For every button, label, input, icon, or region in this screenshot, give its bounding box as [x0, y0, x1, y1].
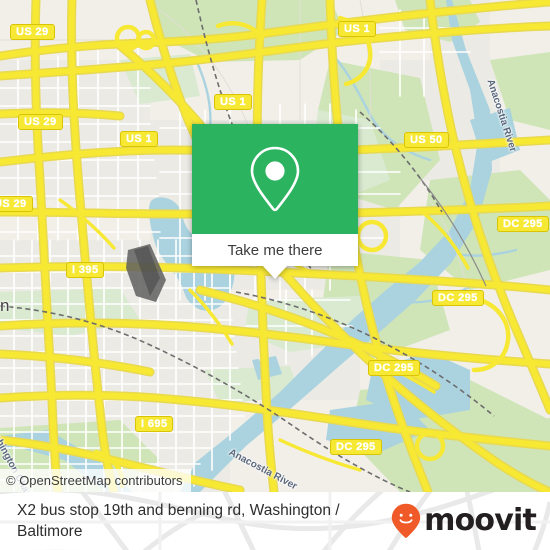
highway-shield: DC 295 [432, 290, 484, 306]
attribution-text: © OpenStreetMap contributors [6, 473, 183, 488]
map-attribution[interactable]: © OpenStreetMap contributors [0, 469, 191, 492]
highway-shield: US 1 [338, 21, 377, 37]
moovit-smiley-pin-icon [391, 503, 421, 538]
map-pin-icon [250, 146, 300, 212]
highway-shield: US 1 [214, 94, 253, 110]
highway-shield: US 50 [404, 132, 449, 148]
highway-shield: US 29 [10, 24, 55, 40]
footer-content: X2 bus stop 19th and benning rd, Washing… [0, 492, 550, 550]
map-view[interactable]: .land { fill:#f2efe9; } .built { fill:#e… [0, 0, 550, 492]
moovit-wordmark: moovit [424, 503, 537, 538]
location-title: X2 bus stop 19th and benning rd, Washing… [17, 502, 340, 540]
place-label: n [0, 296, 10, 315]
highway-shield: DC 295 [497, 216, 549, 232]
popup-pointer-tail [262, 265, 288, 279]
location-popup[interactable]: Take me there [192, 124, 358, 279]
moovit-logo[interactable]: moovit [391, 503, 537, 539]
take-me-there-label: Take me there [227, 241, 323, 259]
highway-shield: US 29 [0, 196, 33, 212]
highway-shield: DC 295 [368, 360, 420, 376]
highway-shield: DC 295 [330, 439, 382, 455]
highway-shield: US 1 [120, 131, 159, 147]
footer-bar: X2 bus stop 19th and benning rd, Washing… [0, 492, 550, 550]
highway-shield: I 695 [135, 416, 174, 432]
popup-image-panel [192, 124, 358, 234]
take-me-there-button[interactable]: Take me there [192, 234, 358, 266]
highway-shield: I 395 [66, 262, 105, 278]
highway-shield: US 29 [18, 114, 63, 130]
moovit-map-screen: .land { fill:#f2efe9; } .built { fill:#e… [0, 0, 550, 550]
